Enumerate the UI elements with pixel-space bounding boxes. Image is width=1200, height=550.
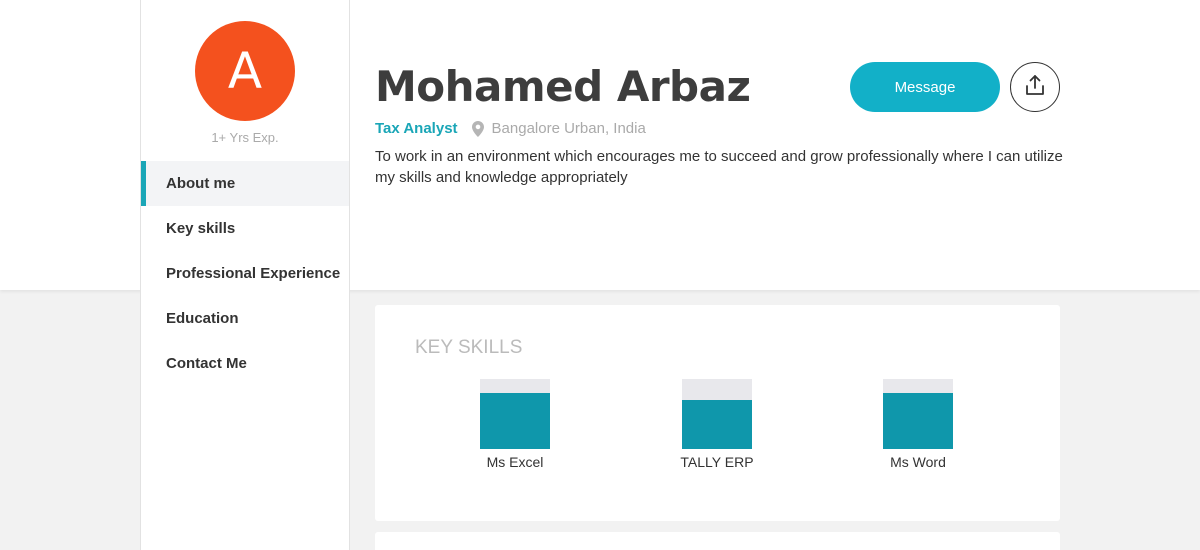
- skill-item: Ms Excel: [455, 379, 575, 470]
- experience-label: 1+ Yrs Exp.: [211, 130, 279, 145]
- profile-name: Mohamed Arbaz: [375, 62, 751, 111]
- sidebar-item-key-skills[interactable]: Key skills: [141, 206, 349, 251]
- key-skills-title: KEY SKILLS: [415, 337, 523, 358]
- sidebar-item-about-me[interactable]: About me: [141, 161, 349, 206]
- sidebar-item-education[interactable]: Education: [141, 296, 349, 341]
- share-button[interactable]: [1010, 62, 1060, 112]
- sidebar-item-professional-experience[interactable]: Professional Experience: [141, 251, 349, 296]
- skill-bar-fill: [682, 400, 752, 449]
- role-link[interactable]: Tax Analyst: [375, 120, 458, 137]
- profile-summary: To work in an environment which encourag…: [375, 148, 1063, 186]
- message-button[interactable]: Message: [850, 62, 1000, 112]
- skill-label: Ms Excel: [486, 454, 544, 470]
- profile-subtitle: Tax Analyst Bangalore Urban, India: [375, 120, 646, 137]
- skill-item: Ms Word: [858, 379, 978, 470]
- skill-bar-fill: [480, 393, 550, 449]
- sidebar-nav: About me Key skills Professional Experie…: [141, 161, 349, 386]
- skill-bar-fill: [883, 393, 953, 449]
- sidebar: A 1+ Yrs Exp. About me Key skills Profes…: [140, 0, 350, 550]
- location-text: Bangalore Urban, India: [491, 120, 646, 137]
- skill-item: TALLY ERP: [657, 379, 777, 470]
- skill-bar-track: [480, 379, 550, 449]
- share-upload-icon: [1025, 74, 1045, 100]
- next-section-card: [375, 532, 1060, 550]
- skill-bar-track: [883, 379, 953, 449]
- skill-label: Ms Word: [890, 454, 946, 470]
- skill-label: TALLY ERP: [680, 454, 754, 470]
- key-skills-card: KEY SKILLS Ms Excel TALLY ERP Ms Word: [375, 305, 1060, 521]
- location-pin-icon: [471, 120, 484, 137]
- sidebar-item-contact-me[interactable]: Contact Me: [141, 341, 349, 386]
- avatar: A: [195, 21, 295, 121]
- skill-bar-track: [682, 379, 752, 449]
